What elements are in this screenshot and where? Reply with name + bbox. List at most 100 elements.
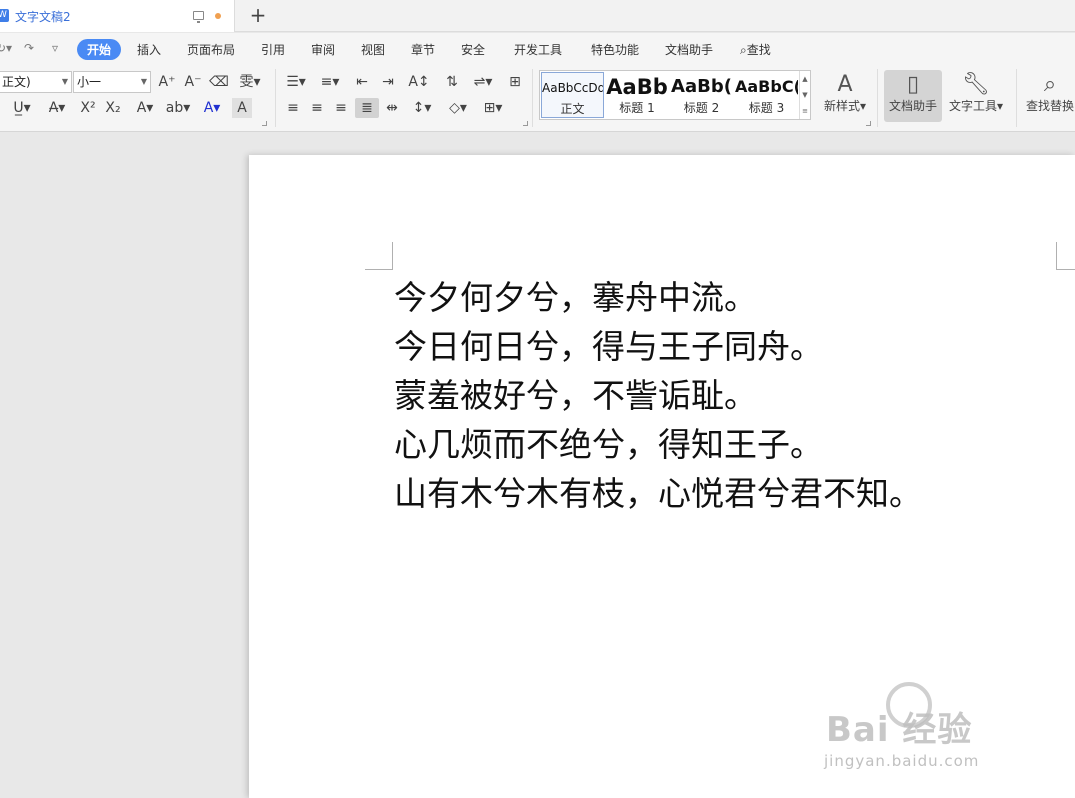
align-center-icon[interactable]: ≡ [306,98,328,118]
subscript-icon[interactable]: X₂ [103,98,123,118]
more-styles-icon[interactable]: ≡ [800,103,810,119]
styles-dialog-launcher-icon[interactable] [866,121,871,126]
style-sample: AaBbCcDd [542,81,603,95]
align-left-icon[interactable]: ≡ [282,98,304,118]
style-sample: AaBb [606,75,668,99]
document-tab[interactable]: W 文字文稿2 [0,0,235,32]
menu-search-label: 查找 [746,43,771,57]
menu-references[interactable]: 引用 [261,41,285,58]
font-size-value: 小一 [77,75,102,89]
customize-dropdown-icon[interactable]: ▿ [52,41,58,55]
menu-review[interactable]: 审阅 [311,41,335,58]
underline-icon[interactable]: U̲▾ [8,98,36,118]
margin-marker-left [365,242,393,270]
text-tools-button[interactable]: 🔧︎ 文字工具▾ [946,70,1006,122]
style-normal[interactable]: AaBbCcDd 正文 [541,72,604,118]
document-line[interactable]: 山有木兮木有枝，心悦君兮君不知。 [394,469,922,518]
shading-icon[interactable]: ◇▾ [444,98,472,118]
doc-assistant-label: 文档助手 [888,99,937,113]
menu-page-layout[interactable]: 页面布局 [187,41,235,58]
tab-bar: W 文字文稿2 + [0,0,1075,32]
style-heading-1[interactable]: AaBb 标题 1 [606,72,668,118]
styles-gallery: AaBbCcDd 正文 AaBb 标题 1 AaBb( 标题 2 AaBbC( … [539,70,811,120]
menu-home[interactable]: 开始 [77,39,122,60]
document-line[interactable]: 今夕何夕兮，搴舟中流。 [394,273,922,322]
ribbon-toolbar: 正文) ▼ 小一 ▼ A⁺ A⁻ ⌫ 雯▾ U̲▾ A̶▾ X² X₂ A▾ ab▾… [0,65,1075,132]
show-marks-icon[interactable]: ⊞ [504,72,526,92]
phonetic-guide-icon[interactable]: 雯▾ [236,72,264,92]
new-style-icon: A [837,72,853,97]
doc-assistant-icon: ▯ [906,72,920,97]
style-name: 标题 2 [683,101,720,115]
highlight-icon[interactable]: ab▾ [164,98,192,118]
numbered-list-icon[interactable]: ≡▾ [316,72,344,92]
writer-document-icon: W [0,9,9,22]
justify-icon[interactable]: ≣ [355,98,379,118]
menu-special-features[interactable]: 特色功能 [591,41,639,58]
document-page[interactable]: 今夕何夕兮，搴舟中流。 今日何日兮，得与王子同舟。 蒙羞被好兮，不訾诟耻。 心几… [249,155,1075,798]
style-sample: AaBb( [671,76,732,97]
line-break-icon[interactable]: ⇌▾ [469,72,497,92]
line-spacing-icon[interactable]: ↕▾ [408,98,436,118]
document-line[interactable]: 今日何日兮，得与王子同舟。 [394,322,922,371]
text-tools-label: 文字工具 [948,99,997,113]
superscript-icon[interactable]: X² [78,98,98,118]
menu-chapter[interactable]: 章节 [411,41,435,58]
redo-dropdown-icon[interactable]: ↻▾ [0,41,12,55]
ribbon-separator [532,69,533,127]
font-dialog-launcher-icon[interactable] [262,121,267,126]
paragraph-dialog-launcher-icon[interactable] [523,121,528,126]
style-name: 标题 3 [748,101,785,115]
font-color-icon[interactable]: A▾ [198,98,226,118]
doc-assistant-button[interactable]: ▯ 文档助手 [884,70,942,122]
monitor-icon[interactable] [193,11,204,23]
increase-indent-icon[interactable]: ⇥ [377,72,399,92]
distributed-align-icon[interactable]: ⇹ [381,98,403,118]
document-workspace[interactable]: 今夕何夕兮，搴舟中流。 今日何日兮，得与王子同舟。 蒙羞被好兮，不訾诟耻。 心几… [0,132,1075,798]
ribbon-separator [877,69,878,127]
decrease-indent-icon[interactable]: ⇤ [351,72,373,92]
chevron-down-icon: ▼ [61,77,68,86]
borders-icon[interactable]: ⊞▾ [479,98,507,118]
bullet-list-icon[interactable]: ☰▾ [282,72,310,92]
font-size-combo[interactable]: 小一 ▼ [73,71,151,93]
strikethrough-icon[interactable]: A̶▾ [43,98,71,118]
document-line[interactable]: 心几烦而不绝兮，得知王子。 [394,420,922,469]
find-replace-button[interactable]: ⌕ 查找替换 [1024,70,1075,122]
increase-font-size-icon[interactable]: A⁺ [157,72,177,92]
document-body[interactable]: 今夕何夕兮，搴舟中流。 今日何日兮，得与王子同舟。 蒙羞被好兮，不訾诟耻。 心几… [394,273,922,518]
clear-format-icon[interactable]: ⌫ [209,72,229,92]
menu-developer-tools[interactable]: 开发工具 [514,41,562,58]
style-sample: AaBbC( [735,77,798,96]
menu-view[interactable]: 视图 [361,41,385,58]
menu-search[interactable]: ⌕查找 [740,41,771,58]
new-tab-button[interactable]: + [249,3,267,27]
font-name-value: 正文) [2,75,31,89]
menu-security[interactable]: 安全 [461,41,485,58]
search-icon: ⌕ [740,43,747,57]
style-name: 标题 1 [619,101,655,115]
wrench-icon: 🔧︎ [962,72,990,97]
chevron-down-icon[interactable]: ▼ [800,87,810,103]
align-right-icon[interactable]: ≡ [330,98,352,118]
style-name: 正文 [560,102,585,116]
text-direction-icon[interactable]: A↕ [405,72,433,92]
chevron-up-icon[interactable]: ▲ [800,71,810,87]
new-style-label: 新样式 [823,99,860,113]
char-shading-icon[interactable]: A [232,98,252,118]
style-heading-2[interactable]: AaBb( 标题 2 [670,72,733,118]
chevron-down-icon: ▼ [140,77,147,86]
document-line[interactable]: 蒙羞被好兮，不訾诟耻。 [394,371,922,420]
menu-doc-assistant[interactable]: 文档助手 [665,41,713,58]
menu-insert[interactable]: 插入 [137,41,161,58]
styles-scroll[interactable]: ▲ ▼ ≡ [799,71,810,119]
font-name-combo[interactable]: 正文) ▼ [0,71,72,93]
style-heading-3[interactable]: AaBbC( 标题 3 [735,72,798,118]
decrease-font-size-icon[interactable]: A⁻ [183,72,203,92]
undo-icon[interactable]: ↷ [24,41,34,55]
sort-icon[interactable]: ⇅ [441,72,463,92]
text-effect-icon[interactable]: A▾ [131,98,159,118]
find-replace-label: 查找替换 [1025,99,1074,113]
new-style-button[interactable]: A 新样式▾ [818,70,872,122]
ribbon-separator [1016,69,1017,127]
